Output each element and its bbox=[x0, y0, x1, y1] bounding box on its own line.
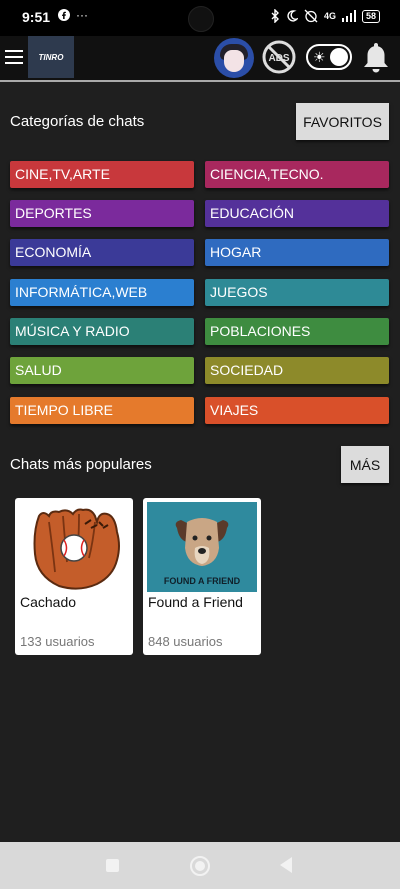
app-logo[interactable]: TINRO bbox=[28, 36, 74, 78]
system-nav-bar bbox=[0, 842, 400, 889]
home-icon bbox=[195, 861, 205, 871]
category-tiempo-libre[interactable]: TIEMPO LIBRE bbox=[10, 397, 194, 424]
more-icon: ··· bbox=[76, 8, 88, 22]
chat-card-users: 848 usuarios bbox=[148, 634, 223, 649]
status-right-icons: 4G 58 bbox=[270, 9, 380, 23]
chat-card-cachado[interactable]: Cachado 133 usuarios bbox=[15, 498, 133, 655]
baseball-glove-image bbox=[19, 502, 129, 592]
no-ads-icon[interactable]: ADS bbox=[262, 40, 296, 74]
chat-card-found-a-friend[interactable]: FOUND A FRIEND Found a Friend 848 usuari… bbox=[143, 498, 261, 655]
chat-card-name: Cachado bbox=[20, 594, 77, 610]
category-hogar[interactable]: HOGAR bbox=[205, 239, 389, 266]
category-informatica-web[interactable]: INFORMÁTICA,WEB bbox=[10, 279, 194, 306]
bluetooth-icon bbox=[271, 9, 279, 23]
status-time: 9:51 bbox=[22, 9, 51, 25]
toggle-knob bbox=[330, 48, 348, 66]
theme-toggle[interactable]: ☀ bbox=[306, 44, 352, 70]
sun-icon: ☀ bbox=[313, 49, 326, 65]
battery-level: 58 bbox=[361, 9, 380, 23]
status-bar: 9:51 ··· 4G 58 bbox=[0, 0, 400, 36]
favorites-button[interactable]: FAVORITOS bbox=[296, 103, 389, 140]
app-logo-text: TINRO bbox=[38, 52, 64, 62]
popular-chats-title: Chats más populares bbox=[10, 456, 152, 473]
dog-image: FOUND A FRIEND bbox=[147, 502, 257, 592]
category-cine-tv-arte[interactable]: CINE,TV,ARTE bbox=[10, 161, 194, 188]
back-button[interactable] bbox=[280, 857, 292, 873]
chat-card-name: Found a Friend bbox=[148, 594, 243, 610]
app-bar: TINRO ADS ☀ bbox=[0, 36, 400, 80]
category-viajes[interactable]: VIAJES bbox=[205, 397, 389, 424]
category-musica-radio[interactable]: MÚSICA Y RADIO bbox=[10, 318, 194, 345]
app-bar-divider bbox=[0, 80, 400, 82]
category-juegos[interactable]: JUEGOS bbox=[205, 279, 389, 306]
more-button[interactable]: MÁS bbox=[341, 446, 389, 483]
alarm-off-icon bbox=[304, 9, 318, 23]
camera-cutout bbox=[188, 6, 214, 32]
user-avatar[interactable] bbox=[214, 38, 254, 78]
status-left-icons: ··· bbox=[58, 8, 88, 22]
category-economia[interactable]: ECONOMÍA bbox=[10, 239, 194, 266]
dog-image-text: FOUND A FRIEND bbox=[164, 576, 241, 586]
category-educacion[interactable]: EDUCACIÓN bbox=[205, 200, 389, 227]
chat-card-users: 133 usuarios bbox=[20, 634, 95, 649]
category-salud[interactable]: SALUD bbox=[10, 357, 194, 384]
category-poblaciones[interactable]: POBLACIONES bbox=[205, 318, 389, 345]
menu-button[interactable] bbox=[5, 46, 23, 68]
facebook-icon bbox=[58, 9, 70, 21]
categories-title: Categorías de chats bbox=[10, 113, 145, 130]
category-ciencia-tecno[interactable]: CIENCIA,TECNO. bbox=[205, 161, 389, 188]
recents-button[interactable] bbox=[106, 859, 119, 872]
category-deportes[interactable]: DEPORTES bbox=[10, 200, 194, 227]
signal-icon bbox=[341, 10, 356, 22]
notifications-bell-icon[interactable] bbox=[360, 40, 392, 74]
category-sociedad[interactable]: SOCIEDAD bbox=[205, 357, 389, 384]
network-type: 4G bbox=[323, 11, 336, 21]
moon-icon bbox=[287, 10, 298, 22]
